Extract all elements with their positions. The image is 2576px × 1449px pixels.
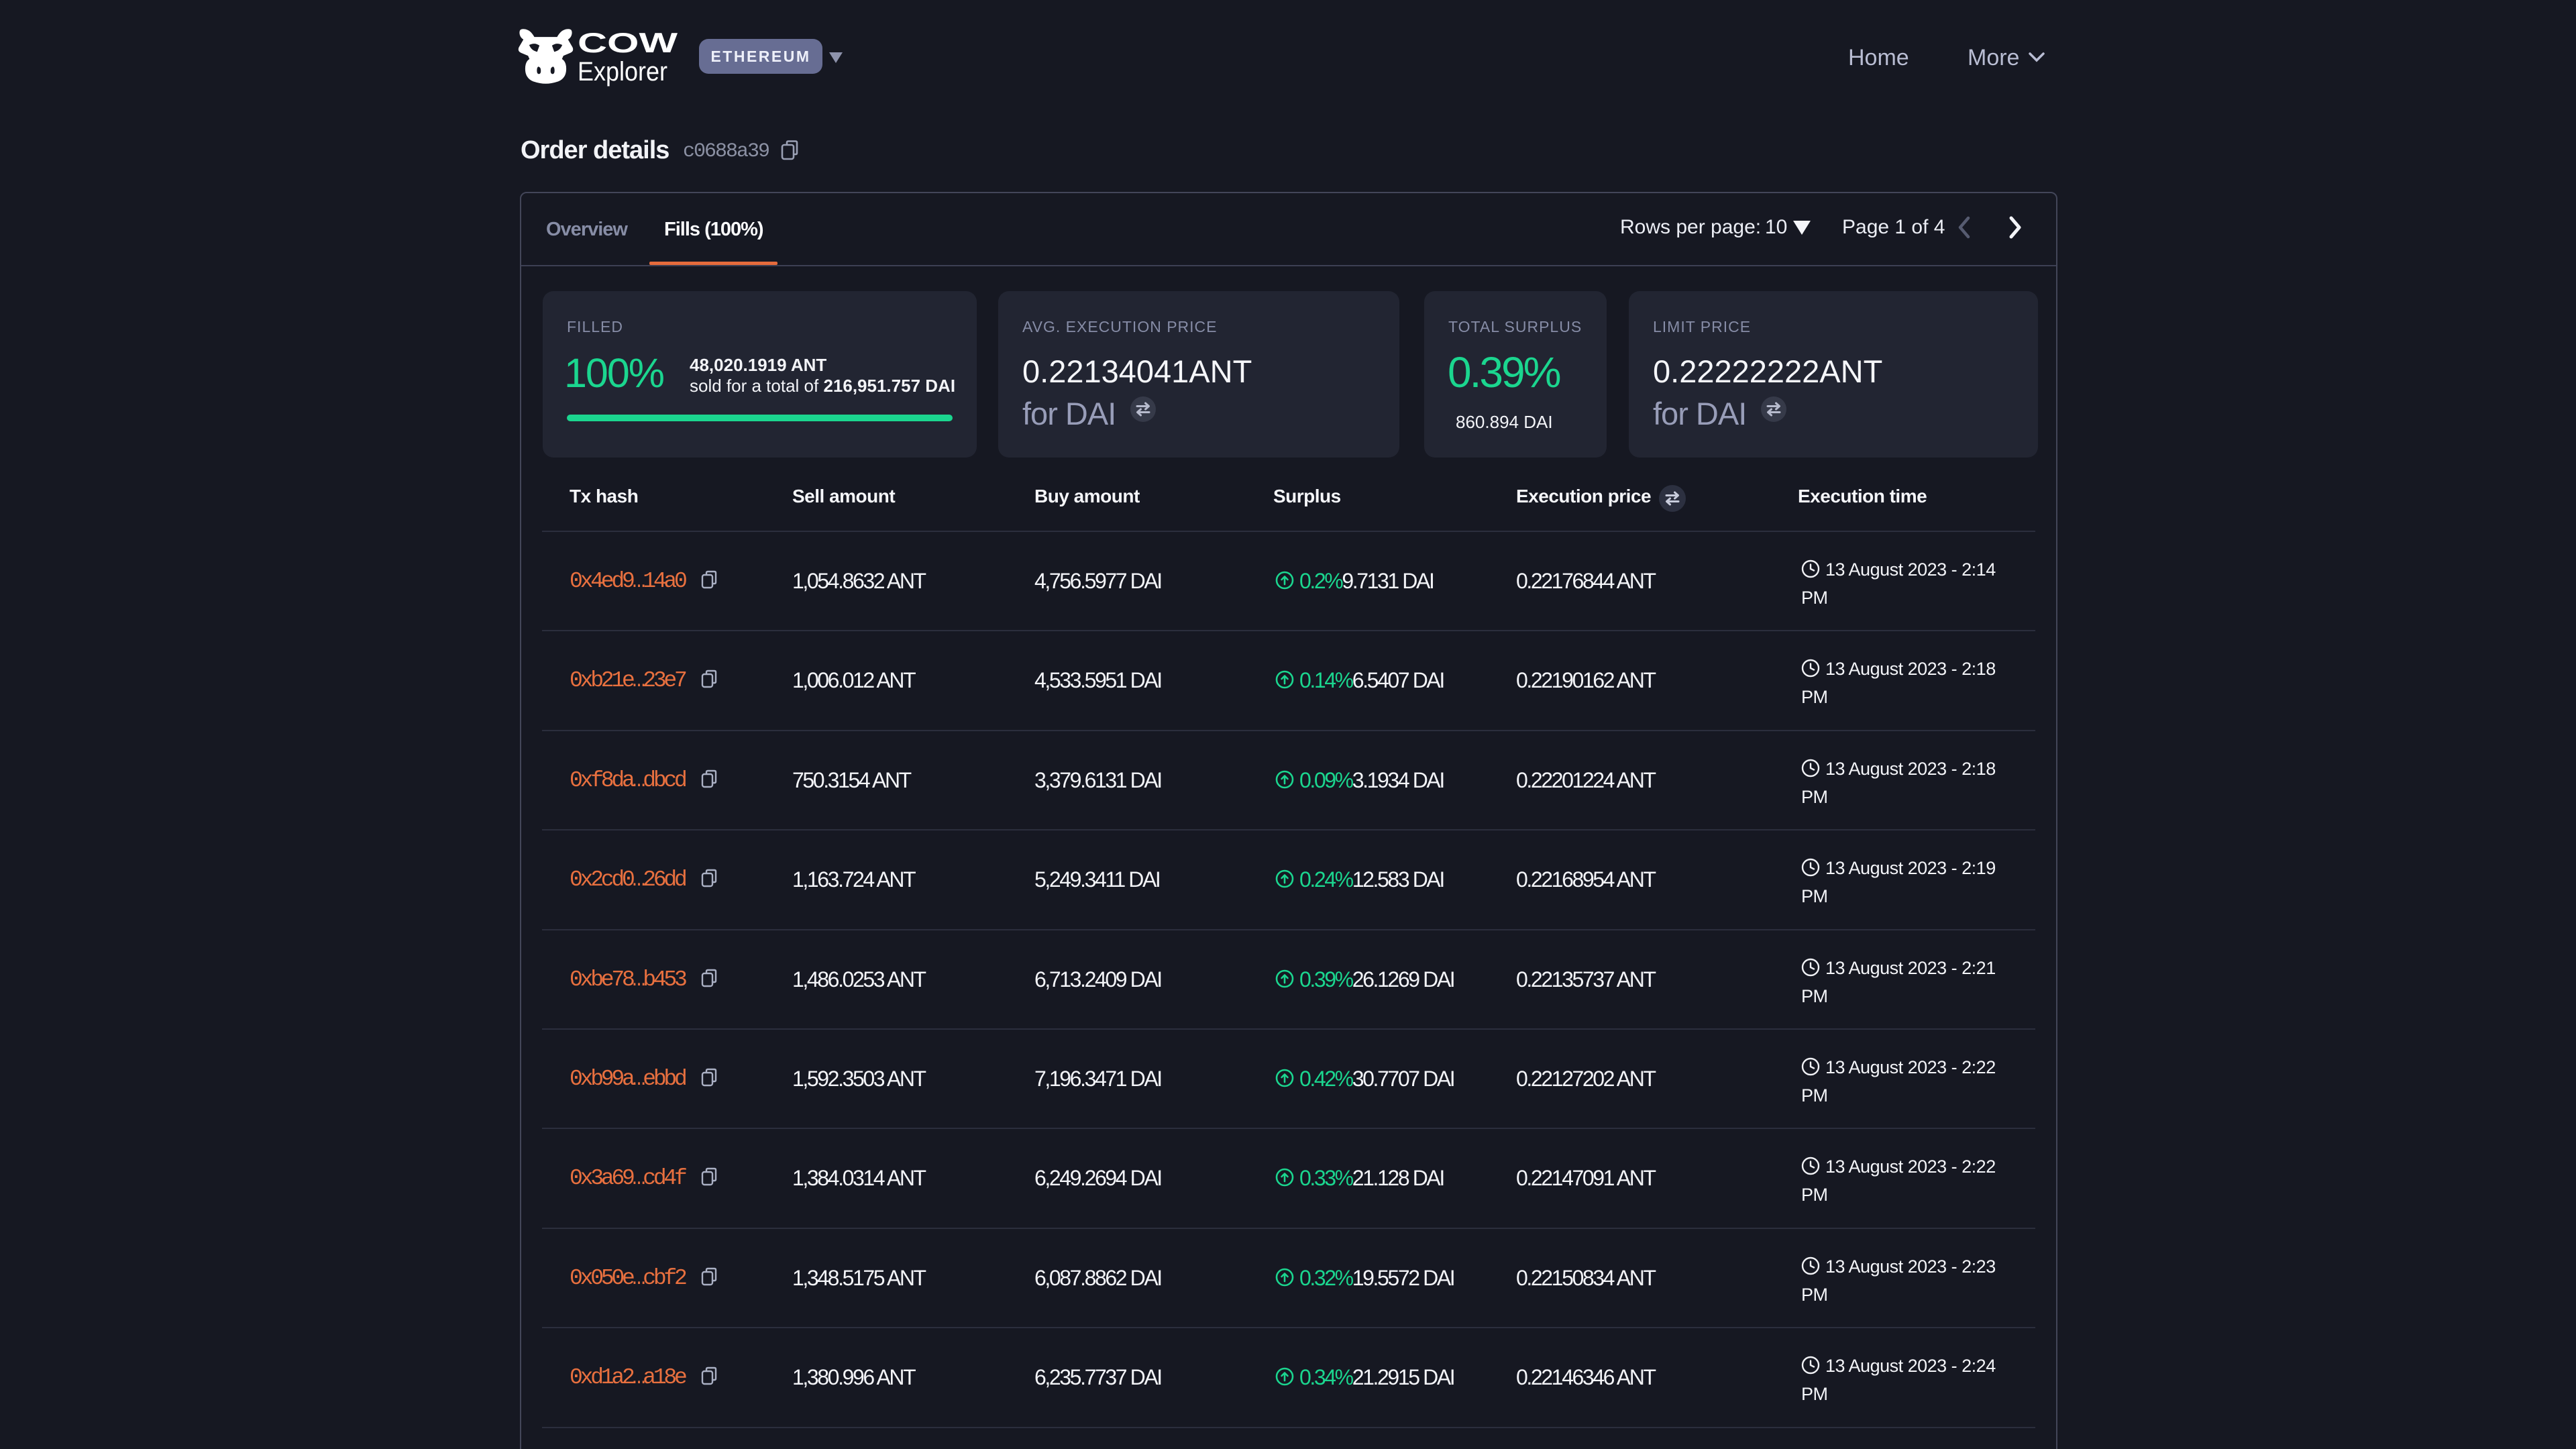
svg-text:Explorer: Explorer — [578, 57, 667, 87]
svg-text:COW: COW — [578, 30, 678, 58]
